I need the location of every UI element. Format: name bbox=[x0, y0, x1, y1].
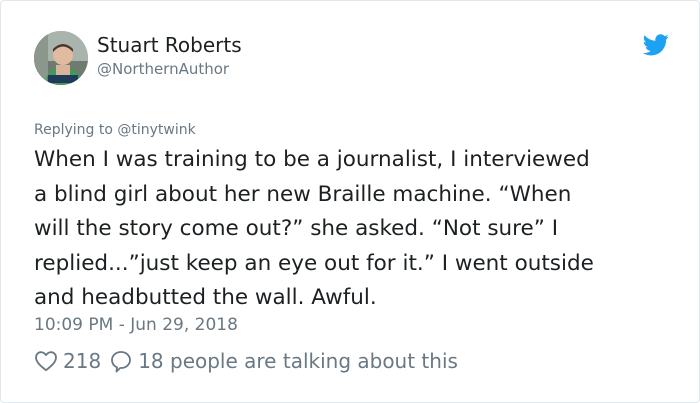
tweet-text-line: When I was training to be a journalist, … bbox=[34, 147, 590, 172]
tweet-text: When I was training to be a journalist, … bbox=[34, 143, 684, 316]
engagement-bar: 218 18 people are talking about this bbox=[34, 347, 458, 375]
author-handle[interactable]: @NorthernAuthor bbox=[97, 59, 229, 79]
tweet-card: Stuart Roberts @NorthernAuthor Replying … bbox=[0, 0, 700, 403]
talking-about-link[interactable]: 18 people are talking about this bbox=[138, 349, 458, 373]
tweet-text-line: will the story come out?” she asked. “No… bbox=[34, 216, 559, 241]
heart-outline-icon[interactable] bbox=[34, 350, 58, 372]
like-count[interactable]: 218 bbox=[63, 349, 101, 373]
author-display-name[interactable]: Stuart Roberts bbox=[97, 33, 242, 57]
avatar[interactable] bbox=[34, 31, 88, 85]
tweet-timestamp[interactable]: 10:09 PM - Jun 29, 2018 bbox=[34, 314, 238, 336]
twitter-bird-icon[interactable] bbox=[642, 34, 669, 56]
speech-bubble-icon[interactable] bbox=[109, 349, 133, 373]
replying-to-label[interactable]: Replying to @tinytwink bbox=[34, 121, 196, 139]
tweet-text-line: a blind girl about her new Braille machi… bbox=[34, 181, 572, 207]
tweet-text-line: and headbutted the wall. Awful. bbox=[34, 285, 377, 310]
tweet-text-line: replied...”just keep an eye out for it.”… bbox=[34, 250, 594, 276]
avatar-photo bbox=[34, 31, 88, 85]
